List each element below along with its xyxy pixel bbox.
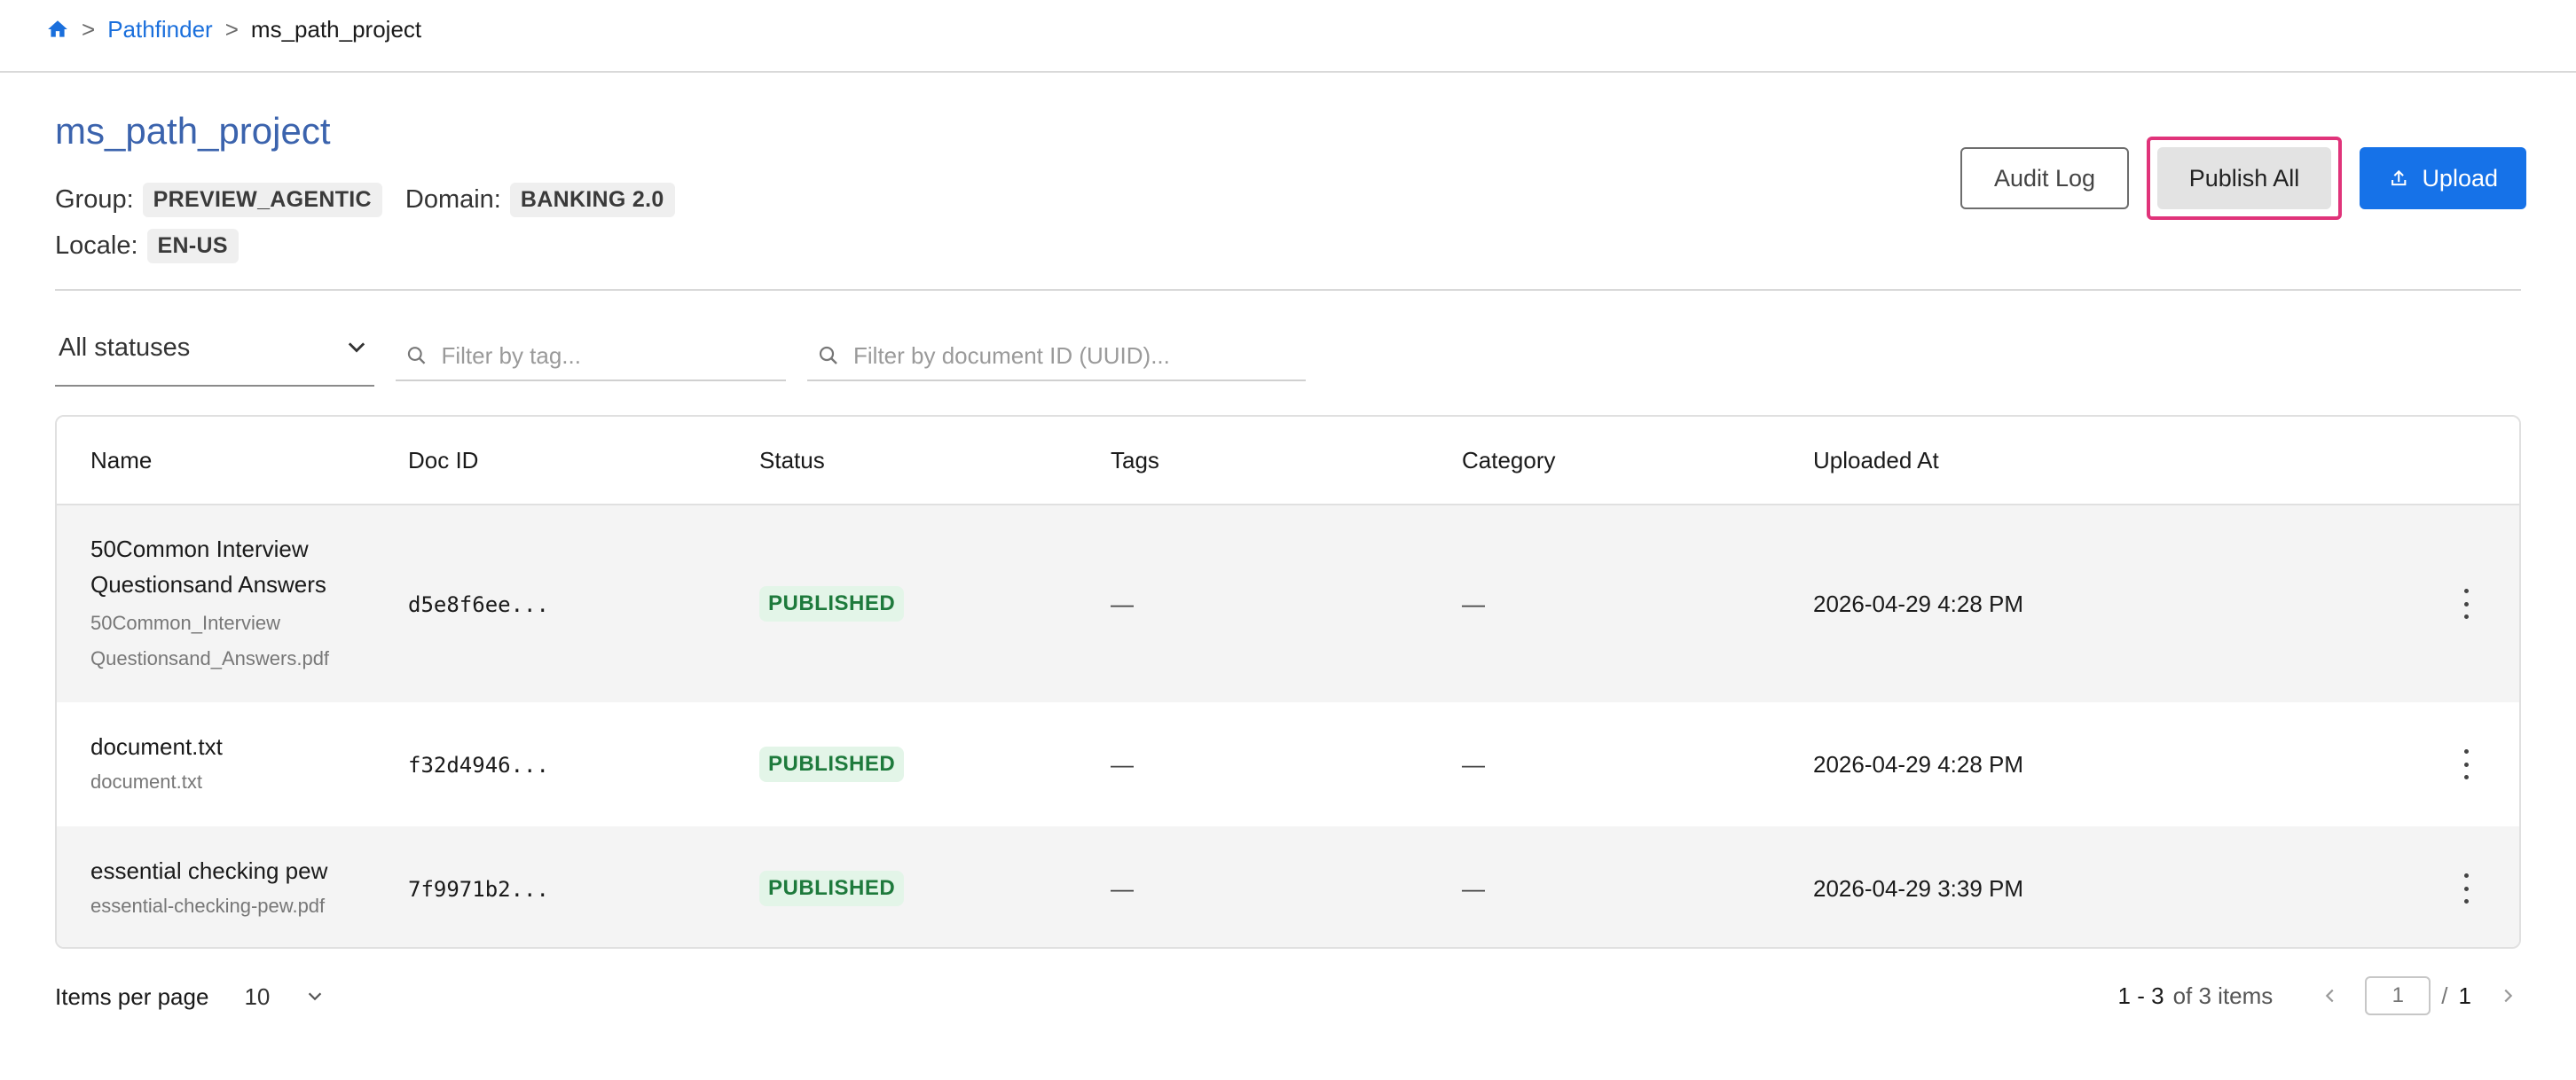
status-filter-value: All statuses: [59, 333, 191, 362]
status-badge: PUBLISHED: [759, 586, 905, 622]
tag-filter-input[interactable]: [439, 340, 786, 371]
chevron-down-icon: [348, 342, 365, 353]
home-icon[interactable]: [46, 18, 69, 41]
documents-table: Name Doc ID Status Tags Category Uploade…: [55, 415, 2521, 949]
breadcrumb-current: ms_path_project: [250, 15, 422, 43]
status-badge: PUBLISHED: [759, 871, 905, 906]
header-actions: Audit Log Publish All Upload: [1960, 137, 2526, 220]
page-number-input[interactable]: [2365, 976, 2431, 1015]
doc-filename: 50Common_Interview Questionsand_Answers.…: [90, 612, 330, 669]
domain-label: Domain:: [404, 185, 501, 214]
breadcrumb-link-pathfinder[interactable]: Pathfinder: [107, 16, 213, 43]
doc-filename: document.txt: [90, 771, 202, 793]
doc-uploaded-at: 2026-04-29 4:28 PM: [1813, 590, 2024, 617]
column-header-doc-id[interactable]: Doc ID: [408, 447, 759, 474]
breadcrumb: > Pathfinder > ms_path_project: [46, 12, 421, 46]
doc-filename: essential-checking-pew.pdf: [90, 895, 326, 917]
column-header-status[interactable]: Status: [759, 447, 1111, 474]
search-icon: [819, 346, 837, 364]
group-label: Group:: [55, 185, 134, 214]
column-header-uploaded-at[interactable]: Uploaded At: [1813, 447, 2310, 474]
search-icon: [407, 347, 426, 364]
doc-id: d5e8f6ee...: [408, 591, 549, 617]
doc-name: essential checking pew: [90, 857, 328, 884]
table-header: Name Doc ID Status Tags Category Uploade…: [57, 417, 2519, 505]
row-menu-icon[interactable]: [2455, 589, 2477, 619]
section-divider: [55, 289, 2521, 291]
doc-id: 7f9971b2...: [408, 876, 549, 902]
locale-chip: EN-US: [146, 229, 239, 263]
doc-uploaded-at: 2026-04-29 3:39 PM: [1813, 874, 2024, 902]
table-row[interactable]: document.txt document.txt f32d4946... PU…: [57, 702, 2519, 826]
chevron-down-icon: [309, 992, 322, 1001]
chevron-right-icon: >: [224, 16, 239, 43]
doc-category: —: [1462, 750, 1485, 778]
tag-filter: [396, 332, 786, 381]
upload-button[interactable]: Upload: [2360, 147, 2526, 209]
column-header-tags[interactable]: Tags: [1111, 447, 1462, 474]
chevron-right-icon[interactable]: [2494, 982, 2521, 1009]
column-header-category[interactable]: Category: [1462, 447, 1813, 474]
page-title: ms_path_project: [55, 110, 331, 152]
group-chip: PREVIEW_AGENTIC: [142, 183, 382, 217]
doc-tags: —: [1111, 874, 1134, 902]
pagination-total: of 3 items: [2172, 982, 2274, 1009]
upload-icon: [2391, 169, 2407, 186]
items-per-page-label: Items per page: [55, 982, 209, 1010]
row-menu-icon[interactable]: [2455, 749, 2477, 779]
header-divider: [0, 71, 2576, 73]
project-meta: Group: PREVIEW_AGENTIC Domain: BANKING 2…: [55, 183, 675, 217]
items-per-page: Items per page 10: [55, 979, 325, 1014]
items-per-page-select[interactable]: 10: [244, 983, 325, 1011]
chevron-right-icon: >: [82, 16, 96, 43]
pagination-range: 1 - 3: [2117, 982, 2164, 1009]
row-menu-icon[interactable]: [2455, 873, 2477, 904]
doc-tags: —: [1111, 750, 1134, 778]
total-pages: 1: [2458, 982, 2471, 1009]
column-header-name[interactable]: Name: [57, 447, 408, 474]
table-row[interactable]: 50Common Interview Questionsand Answers …: [57, 505, 2519, 702]
status-badge: PUBLISHED: [759, 747, 905, 782]
status-filter-select[interactable]: All statuses: [55, 316, 374, 387]
doc-category: —: [1462, 874, 1485, 902]
chevron-left-icon[interactable]: [2317, 982, 2344, 1009]
docid-filter-input[interactable]: [852, 340, 1306, 371]
publish-all-button[interactable]: Publish All: [2157, 147, 2331, 209]
page-separator: /: [2441, 982, 2448, 1009]
upload-label: Upload: [2422, 164, 2498, 192]
pagination: 1 - 3 of 3 items / 1: [2118, 974, 2521, 1018]
items-per-page-value: 10: [244, 982, 271, 1010]
doc-tags: —: [1111, 590, 1134, 617]
doc-id: f32d4946...: [408, 752, 549, 778]
audit-log-button[interactable]: Audit Log: [1960, 147, 2129, 209]
doc-uploaded-at: 2026-04-29 4:28 PM: [1813, 750, 2024, 778]
doc-category: —: [1462, 590, 1485, 617]
table-row[interactable]: essential checking pew essential-checkin…: [57, 826, 2519, 947]
doc-name: 50Common Interview Questionsand Answers: [90, 536, 326, 598]
locale-label: Locale:: [55, 231, 138, 260]
domain-chip: BANKING 2.0: [509, 183, 675, 217]
docid-filter: [807, 332, 1306, 381]
doc-name: document.txt: [90, 733, 223, 760]
project-locale: Locale: EN-US: [55, 229, 239, 263]
publish-all-highlight: Publish All: [2147, 137, 2342, 220]
